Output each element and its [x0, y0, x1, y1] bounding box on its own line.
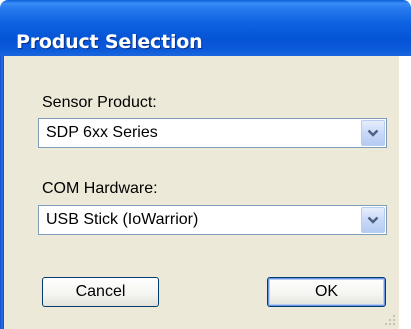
resize-grip-icon[interactable] [383, 313, 397, 327]
sensor-product-value: SDP 6xx Series [46, 124, 158, 141]
sensor-product-label: Sensor Product: [42, 94, 157, 111]
com-hardware-select[interactable]: USB Stick (IoWarrior) [38, 205, 387, 235]
ok-button[interactable]: OK [267, 277, 386, 307]
dialog-title: Product Selection [16, 31, 203, 53]
sensor-product-select[interactable]: SDP 6xx Series [38, 118, 387, 148]
dialog-titlebar[interactable]: Product Selection [0, 0, 411, 56]
com-hardware-label: COM Hardware: [42, 180, 158, 197]
chevron-down-icon [367, 129, 379, 137]
com-hardware-value: USB Stick (IoWarrior) [46, 211, 199, 228]
sensor-product-dropdown-button[interactable] [361, 120, 385, 146]
com-hardware-dropdown-button[interactable] [361, 207, 385, 233]
product-selection-dialog: Product Selection Sensor Product: SDP 6x… [0, 0, 411, 329]
cancel-button[interactable]: Cancel [42, 277, 159, 307]
chevron-down-icon [367, 216, 379, 224]
